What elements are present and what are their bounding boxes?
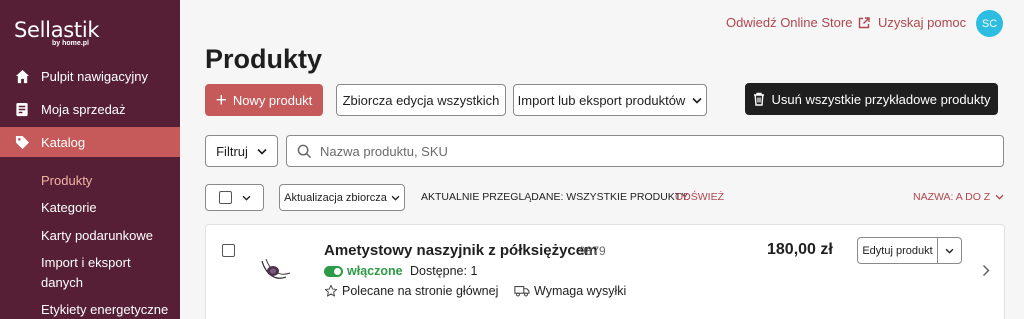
import-export-dropdown[interactable]: Import lub eksport produktów	[513, 84, 707, 116]
avatar[interactable]: SC	[976, 10, 1003, 37]
select-all-dropdown[interactable]	[205, 184, 264, 211]
logo[interactable]: Sellastik by home.pl	[14, 18, 100, 47]
sort-dropdown[interactable]: NAZWA: A DO Z	[913, 191, 1004, 203]
shipping-toggle[interactable]: Wymaga wysyłki	[514, 284, 626, 298]
sidebar-subitem-products[interactable]: Produkty	[41, 171, 92, 191]
featured-label: Polecane na stronie głównej	[342, 284, 499, 298]
sidebar-item-label: Moja sprzedaż	[41, 101, 126, 117]
sort-label: NAZWA: A DO Z	[913, 191, 991, 203]
product-price: 180,00 zł	[767, 241, 833, 258]
product-stock: Dostępne: 1	[410, 264, 478, 278]
refresh-link[interactable]: ODŚWIEŻ	[675, 191, 724, 203]
product-checkbox[interactable]	[222, 244, 235, 257]
logo-subtext: by home.pl	[52, 40, 89, 47]
sidebar-item-my-sales[interactable]: Moja sprzedaż	[0, 94, 180, 124]
page-title: Produkty	[205, 44, 323, 74]
product-sku: 9879	[579, 244, 606, 258]
star-icon	[324, 284, 338, 298]
sidebar-subitem-import-export[interactable]: Import i eksport danych	[41, 253, 151, 293]
sidebar-subitem-energy-labels[interactable]: Etykiety energetyczne	[41, 300, 168, 319]
sidebar: Sellastik by home.pl Pulpit nawigacyjny …	[0, 0, 180, 319]
delete-sample-products-button[interactable]: Usuń wszystkie przykładowe produkty	[745, 83, 998, 115]
import-export-label: Import lub eksport produktów	[517, 92, 686, 108]
chevron-down-icon	[257, 148, 267, 155]
currently-viewing-label: AKTUALNIE PRZEGLĄDANE: WSZYSTKIE PRODUKT…	[421, 191, 689, 203]
sidebar-item-dashboard[interactable]: Pulpit nawigacyjny	[0, 61, 180, 91]
help-link[interactable]: Uzyskaj pomoc	[878, 15, 966, 30]
chevron-right-icon[interactable]	[982, 264, 990, 277]
sidebar-item-label: Katalog	[41, 134, 86, 150]
chevron-down-icon	[242, 195, 251, 201]
product-thumbnail[interactable]	[256, 253, 296, 285]
sidebar-subitem-categories[interactable]: Kategorie	[41, 198, 97, 218]
filter-label: Filtruj	[216, 143, 248, 159]
status-toggle[interactable]	[324, 265, 343, 277]
delete-samples-label: Usuń wszystkie przykładowe produkty	[771, 91, 991, 107]
plus-icon: +	[215, 89, 227, 111]
product-name[interactable]: Ametystowy naszyjnik z półksiężycem	[324, 242, 597, 259]
sidebar-subitem-gift-cards[interactable]: Karty podarunkowe	[41, 226, 153, 246]
filter-dropdown[interactable]: Filtruj	[205, 135, 278, 167]
logo-text: Sellastik	[14, 18, 100, 42]
chevron-down-icon	[692, 97, 702, 104]
chevron-down-icon	[995, 194, 1004, 200]
edit-product-more-button[interactable]	[938, 238, 961, 263]
new-product-label: Nowy produkt	[232, 92, 313, 108]
bulk-update-dropdown[interactable]: Aktualizacja zbiorcza	[279, 184, 405, 211]
external-link-icon	[858, 16, 871, 29]
product-row[interactable]: Ametystowy naszyjnik z półksiężycem 9879…	[205, 224, 1005, 319]
bulk-update-label: Aktualizacja zbiorcza	[284, 191, 387, 204]
status-label: włączone	[347, 264, 403, 278]
visit-store-link[interactable]: Odwiedź Online Store	[726, 15, 871, 30]
chevron-down-icon	[945, 248, 954, 254]
receipt-icon	[14, 101, 30, 117]
sidebar-item-label: Pulpit nawigacyjny	[41, 68, 148, 84]
trash-icon	[753, 92, 765, 106]
shipping-label: Wymaga wysyłki	[534, 284, 627, 298]
sidebar-item-catalog[interactable]: Katalog	[0, 127, 180, 157]
search-icon	[297, 144, 312, 159]
home-icon	[14, 68, 30, 84]
chevron-down-icon	[391, 195, 400, 201]
featured-toggle[interactable]: Polecane na stronie głównej	[324, 284, 498, 298]
edit-product-button[interactable]: Edytuj produkt	[858, 238, 938, 263]
search-box[interactable]	[286, 135, 1004, 167]
visit-store-label: Odwiedź Online Store	[726, 15, 853, 30]
tag-icon	[14, 134, 30, 150]
new-product-button[interactable]: + Nowy produkt	[205, 84, 323, 116]
search-input[interactable]	[320, 143, 960, 159]
bulk-edit-all-button[interactable]: Zbiorcza edycja wszystkich	[336, 84, 506, 116]
select-all-checkbox[interactable]	[218, 191, 232, 204]
edit-product-split-button: Edytuj produkt	[857, 237, 962, 264]
product-status[interactable]: włączone	[324, 264, 403, 278]
truck-icon	[514, 285, 530, 297]
